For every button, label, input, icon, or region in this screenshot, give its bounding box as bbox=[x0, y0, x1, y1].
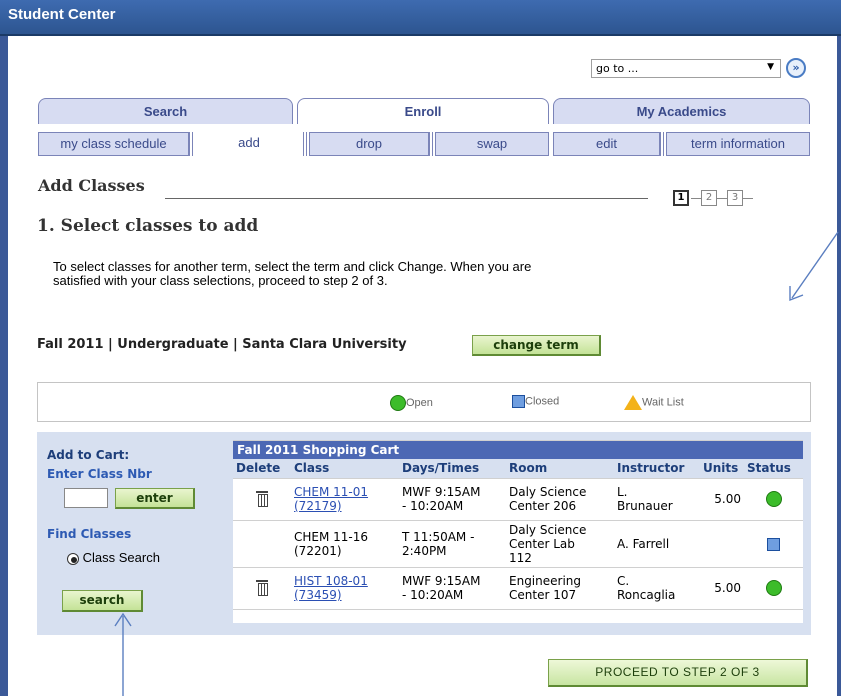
status-cell bbox=[744, 566, 803, 609]
open-status-icon bbox=[765, 580, 782, 596]
status-cell bbox=[744, 477, 803, 520]
room-cell: Engineering Center 107 bbox=[506, 566, 614, 609]
closed-square-icon bbox=[512, 395, 525, 408]
subtab-edit[interactable]: edit bbox=[553, 132, 660, 156]
current-term: Fall 2011 | Undergraduate | Santa Clara … bbox=[37, 337, 407, 352]
enter-class-nbr-label: Enter Class Nbr bbox=[47, 467, 152, 481]
class-cell: CHEM 11-16 (72201) bbox=[291, 519, 399, 567]
tab-search[interactable]: Search bbox=[38, 98, 293, 124]
subtab-separator bbox=[303, 132, 307, 156]
tab-my-academics[interactable]: My Academics bbox=[553, 98, 810, 124]
subtab-separator bbox=[189, 132, 193, 156]
days-times-cell: MWF 9:15AM - 10:20AM bbox=[399, 477, 506, 520]
find-classes-label: Find Classes bbox=[47, 527, 132, 541]
proceed-to-step-2-button[interactable]: PROCEED TO STEP 2 OF 3 bbox=[548, 659, 808, 687]
page-subtitle: 1. Select classes to add bbox=[37, 216, 259, 236]
step-1-indicator: 1 bbox=[673, 190, 689, 206]
table-row: HIST 108-01 (73459) MWF 9:15AM - 10:20AM E… bbox=[233, 566, 803, 609]
units-cell: 5.00 bbox=[700, 477, 744, 520]
table-spacer bbox=[233, 608, 803, 623]
subtab-swap[interactable]: swap bbox=[435, 132, 549, 156]
goto-button[interactable]: » bbox=[786, 58, 806, 78]
instructor-cell: L. Brunauer bbox=[614, 477, 700, 520]
goto-dropdown[interactable]: go to ... ▼ bbox=[591, 59, 781, 78]
shopping-cart-title: Fall 2011 Shopping Cart bbox=[233, 440, 803, 459]
column-header: Class bbox=[291, 459, 399, 478]
add-to-cart-label: Add to Cart: bbox=[47, 448, 130, 462]
enter-button[interactable]: enter bbox=[115, 488, 195, 509]
class-link[interactable]: CHEM 11-01 (72179) bbox=[291, 477, 399, 520]
change-term-button[interactable]: change term bbox=[472, 335, 601, 356]
instructions-text: To select classes for another term, sele… bbox=[53, 260, 733, 288]
legend-open: Open bbox=[390, 395, 433, 411]
class-search-label: Class Search bbox=[82, 550, 160, 565]
step-connector bbox=[743, 198, 753, 199]
title-divider bbox=[165, 198, 648, 199]
trash-icon[interactable] bbox=[256, 490, 268, 507]
legend-wait-list: Wait List bbox=[624, 395, 684, 410]
step-connector bbox=[717, 198, 727, 199]
column-header: Room bbox=[506, 459, 614, 478]
room-cell: Daly Science Center Lab 112 bbox=[506, 519, 614, 567]
units-cell: 5.00 bbox=[700, 566, 744, 609]
step-connector bbox=[691, 198, 701, 199]
tab-enroll[interactable]: Enroll bbox=[297, 98, 549, 124]
status-legend: Open Closed Wait List bbox=[37, 382, 811, 422]
subtab-drop[interactable]: drop bbox=[309, 132, 429, 156]
instructor-cell: A. Farrell bbox=[614, 519, 700, 567]
step-3-indicator: 3 bbox=[727, 190, 743, 206]
window-title: Student Center bbox=[0, 0, 841, 36]
wait-list-triangle-icon bbox=[624, 395, 642, 410]
column-header: Units bbox=[700, 459, 744, 478]
instructions-line: To select classes for another term, sele… bbox=[53, 259, 532, 274]
column-header: Status bbox=[744, 459, 803, 478]
open-circle-icon bbox=[390, 395, 406, 411]
page-title: Add Classes bbox=[38, 176, 145, 195]
column-header: Delete bbox=[233, 459, 291, 478]
subtab-my-class-schedule[interactable]: my class schedule bbox=[38, 132, 189, 156]
search-button[interactable]: search bbox=[62, 590, 143, 612]
room-cell: Daly Science Center 206 bbox=[506, 477, 614, 520]
instructor-cell: C. Roncaglia bbox=[614, 566, 700, 609]
class-search-radio[interactable] bbox=[67, 552, 79, 565]
days-times-cell: T 11:50AM -2:40PM bbox=[399, 519, 506, 567]
closed-status-icon bbox=[767, 537, 780, 551]
shopping-cart-table: Fall 2011 Shopping Cart Delete Class Day… bbox=[233, 440, 803, 623]
step-2-indicator: 2 bbox=[701, 190, 717, 206]
subtab-term-information[interactable]: term information bbox=[666, 132, 810, 156]
table-row: CHEM 11-01 (72179) MWF 9:15AM - 10:20AM Da… bbox=[233, 477, 803, 520]
chevron-down-icon: ▼ bbox=[767, 62, 774, 72]
legend-closed: Closed bbox=[512, 395, 559, 408]
subtab-add[interactable]: add bbox=[195, 132, 303, 156]
goto-value: go to ... bbox=[596, 62, 639, 75]
days-times-cell: MWF 9:15AM - 10:20AM bbox=[399, 566, 506, 609]
instructions-line: satisfied with your class selections, pr… bbox=[53, 273, 388, 288]
column-header: Days/Times bbox=[399, 459, 506, 478]
class-link[interactable]: HIST 108-01 (73459) bbox=[291, 566, 399, 609]
units-cell bbox=[700, 519, 744, 567]
subtab-separator bbox=[660, 132, 664, 156]
class-number-input[interactable] bbox=[64, 488, 108, 508]
table-row: CHEM 11-16 (72201) T 11:50AM -2:40PM Daly… bbox=[233, 519, 803, 567]
status-cell bbox=[744, 519, 803, 567]
open-status-icon bbox=[765, 491, 782, 507]
trash-icon[interactable] bbox=[256, 579, 268, 596]
column-header: Instructor bbox=[614, 459, 700, 478]
class-search-option[interactable]: Class Search bbox=[67, 550, 160, 565]
subtab-separator bbox=[429, 132, 433, 156]
